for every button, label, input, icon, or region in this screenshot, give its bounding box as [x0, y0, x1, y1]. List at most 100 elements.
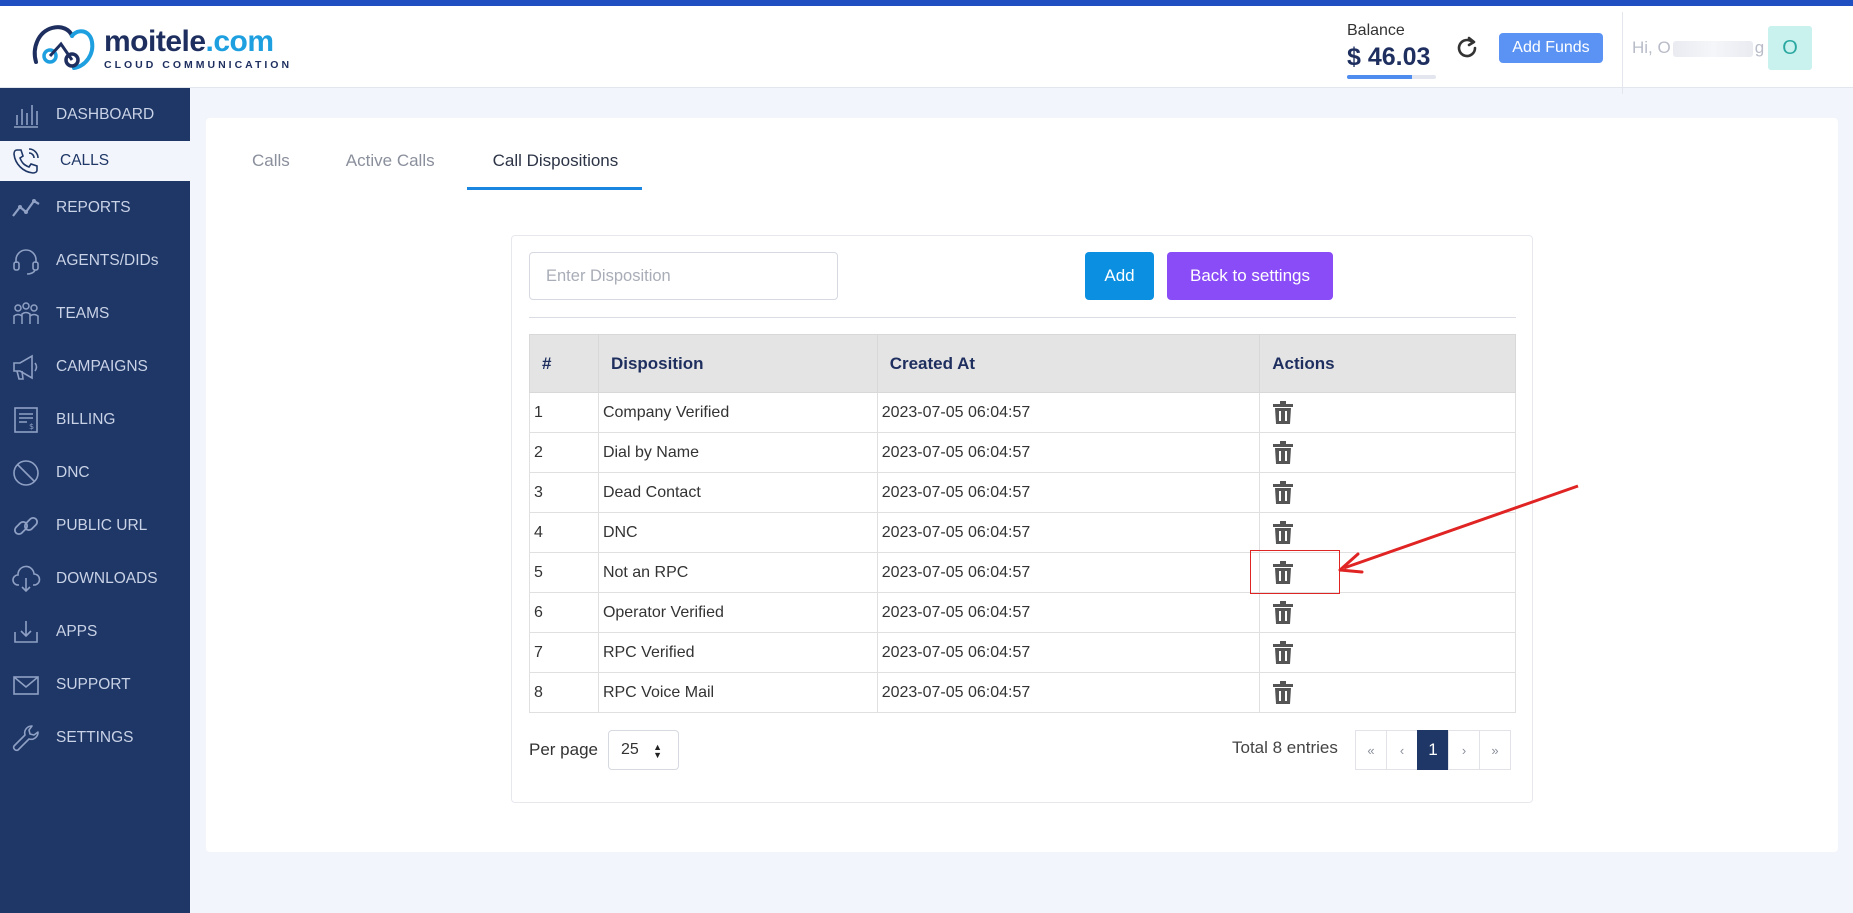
logo[interactable]: moitele.com CLOUD COMMUNICATION — [28, 22, 292, 74]
tab-bar: Calls Active Calls Call Dispositions — [230, 118, 643, 190]
logo-icon — [32, 25, 95, 70]
column-header-number: # — [529, 334, 599, 393]
disposition-cell: Dial by Name — [597, 432, 878, 473]
avatar[interactable]: O — [1768, 26, 1812, 70]
sidebar-item-teams[interactable]: TEAMS — [0, 287, 190, 340]
trash-icon[interactable] — [1272, 400, 1294, 425]
link-icon — [13, 516, 39, 535]
brand-name: moitele.com — [104, 24, 275, 58]
sidebar-item-label: DASHBOARD — [56, 105, 155, 123]
created-at-cell: 2023-07-05 06:04:57 — [876, 432, 1261, 473]
sidebar: DASHBOARD CALLS REPORTS AGENTS/DIDs TEAM… — [0, 88, 190, 913]
redacted-name — [1672, 40, 1753, 57]
sidebar-item-public-url[interactable]: PUBLIC URL — [0, 499, 190, 552]
trash-icon[interactable] — [1272, 680, 1294, 705]
row-number: 7 — [529, 632, 599, 673]
sidebar-item-dnc[interactable]: DNC — [0, 446, 190, 499]
trash-icon[interactable] — [1272, 600, 1294, 625]
sidebar-item-label: DOWNLOADS — [56, 569, 158, 587]
sidebar-item-reports[interactable]: REPORTS — [0, 181, 190, 234]
row-number: 6 — [529, 592, 599, 633]
divider — [529, 317, 1516, 318]
sidebar-item-label: DNC — [56, 463, 90, 481]
brand-tld: .com — [205, 24, 275, 58]
page-last-button[interactable]: » — [1479, 730, 1511, 770]
table-row: 7 RPC Verified 2023-07-05 06:04:57 — [529, 632, 1516, 673]
megaphone-icon — [13, 354, 38, 380]
dashboard-icon — [14, 104, 38, 128]
balance-value: $ 46.03 — [1347, 43, 1431, 71]
sidebar-item-settings[interactable]: SETTINGS — [0, 711, 190, 764]
page-current-button[interactable]: 1 — [1417, 730, 1449, 770]
page-first-button[interactable]: « — [1355, 730, 1387, 770]
row-number: 4 — [529, 512, 599, 553]
trash-icon[interactable] — [1272, 440, 1294, 465]
sidebar-item-dashboard[interactable]: DASHBOARD — [0, 88, 190, 141]
balance-bar — [1347, 75, 1436, 79]
column-header-created-at: Created At — [876, 334, 1261, 393]
row-number: 3 — [529, 472, 599, 513]
block-icon — [13, 459, 39, 486]
disposition-cell: Operator Verified — [597, 592, 878, 633]
sidebar-item-campaigns[interactable]: CAMPAIGNS — [0, 340, 190, 393]
sidebar-item-label: TEAMS — [56, 304, 110, 322]
sidebar-item-support[interactable]: SUPPORT — [0, 658, 190, 711]
created-at-cell: 2023-07-05 06:04:57 — [876, 672, 1261, 713]
sidebar-item-label: AGENTS/DIDs — [56, 251, 159, 269]
pagination: « ‹ 1 › » — [1355, 730, 1511, 770]
sidebar-item-billing[interactable]: $ BILLING — [0, 393, 190, 446]
sidebar-item-label: BILLING — [56, 410, 116, 428]
tab-active-calls[interactable]: Active Calls — [312, 118, 457, 188]
actions-cell — [1259, 392, 1516, 433]
user-greeting[interactable]: Hi, O g — [1632, 38, 1764, 58]
table-row: 8 RPC Voice Mail 2023-07-05 06:04:57 — [529, 672, 1516, 713]
table-header-row: # Disposition Created At Actions — [529, 334, 1516, 393]
add-funds-button[interactable]: Add Funds — [1499, 33, 1603, 63]
annotation-arrow-icon — [1338, 484, 1579, 574]
main-panel: Calls Active Calls Call Dispositions Add… — [206, 118, 1838, 852]
disposition-cell: RPC Verified — [597, 632, 878, 673]
back-to-settings-button[interactable]: Back to settings — [1167, 252, 1333, 300]
actions-cell — [1259, 632, 1516, 673]
total-entries: Total 8 entries — [1232, 738, 1338, 757]
sidebar-item-agents[interactable]: AGENTS/DIDs — [0, 234, 190, 287]
page-next-button[interactable]: › — [1448, 730, 1480, 770]
header: moitele.com CLOUD COMMUNICATION Balance … — [0, 6, 1853, 94]
disposition-cell: Not an RPC — [597, 552, 878, 593]
disposition-cell: Dead Contact — [597, 472, 878, 513]
sidebar-item-label: REPORTS — [56, 198, 131, 216]
refresh-icon[interactable] — [1453, 34, 1481, 62]
table-row: 1 Company Verified 2023-07-05 06:04:57 — [529, 392, 1516, 433]
sidebar-item-calls[interactable]: CALLS — [0, 141, 190, 181]
tab-calls[interactable]: Calls — [230, 118, 312, 188]
apps-download-icon — [14, 620, 38, 643]
billing-icon: $ — [14, 406, 38, 433]
per-page-select[interactable]: 25 ▲ ▼ — [608, 730, 679, 770]
row-number: 8 — [529, 672, 599, 713]
disposition-input[interactable] — [529, 252, 838, 300]
sidebar-item-label: CALLS — [60, 152, 110, 169]
per-page-label: Per page — [529, 740, 598, 759]
trash-icon[interactable] — [1272, 520, 1294, 545]
sidebar-item-downloads[interactable]: DOWNLOADS — [0, 552, 190, 605]
column-header-disposition: Disposition — [597, 334, 878, 393]
created-at-cell: 2023-07-05 06:04:57 — [876, 552, 1261, 593]
sidebar-item-label: SETTINGS — [56, 728, 134, 746]
sidebar-item-apps[interactable]: APPS — [0, 605, 190, 658]
per-page-value: 25 — [621, 741, 639, 758]
page-prev-button[interactable]: ‹ — [1386, 730, 1418, 770]
created-at-cell: 2023-07-05 06:04:57 — [876, 392, 1261, 433]
greeting-prefix: Hi, O — [1632, 38, 1671, 57]
trash-icon[interactable] — [1272, 480, 1294, 505]
add-button[interactable]: Add — [1085, 252, 1154, 300]
actions-cell — [1259, 432, 1516, 473]
trash-icon[interactable] — [1272, 640, 1294, 665]
balance-label: Balance — [1347, 22, 1405, 39]
row-number: 1 — [529, 392, 599, 433]
greeting-suffix: g — [1754, 38, 1765, 57]
table-row: 6 Operator Verified 2023-07-05 06:04:57 — [529, 592, 1516, 633]
row-number: 5 — [529, 552, 599, 593]
created-at-cell: 2023-07-05 06:04:57 — [876, 512, 1261, 553]
tab-call-dispositions[interactable]: Call Dispositions — [466, 118, 643, 190]
disposition-cell: RPC Voice Mail — [597, 672, 878, 713]
